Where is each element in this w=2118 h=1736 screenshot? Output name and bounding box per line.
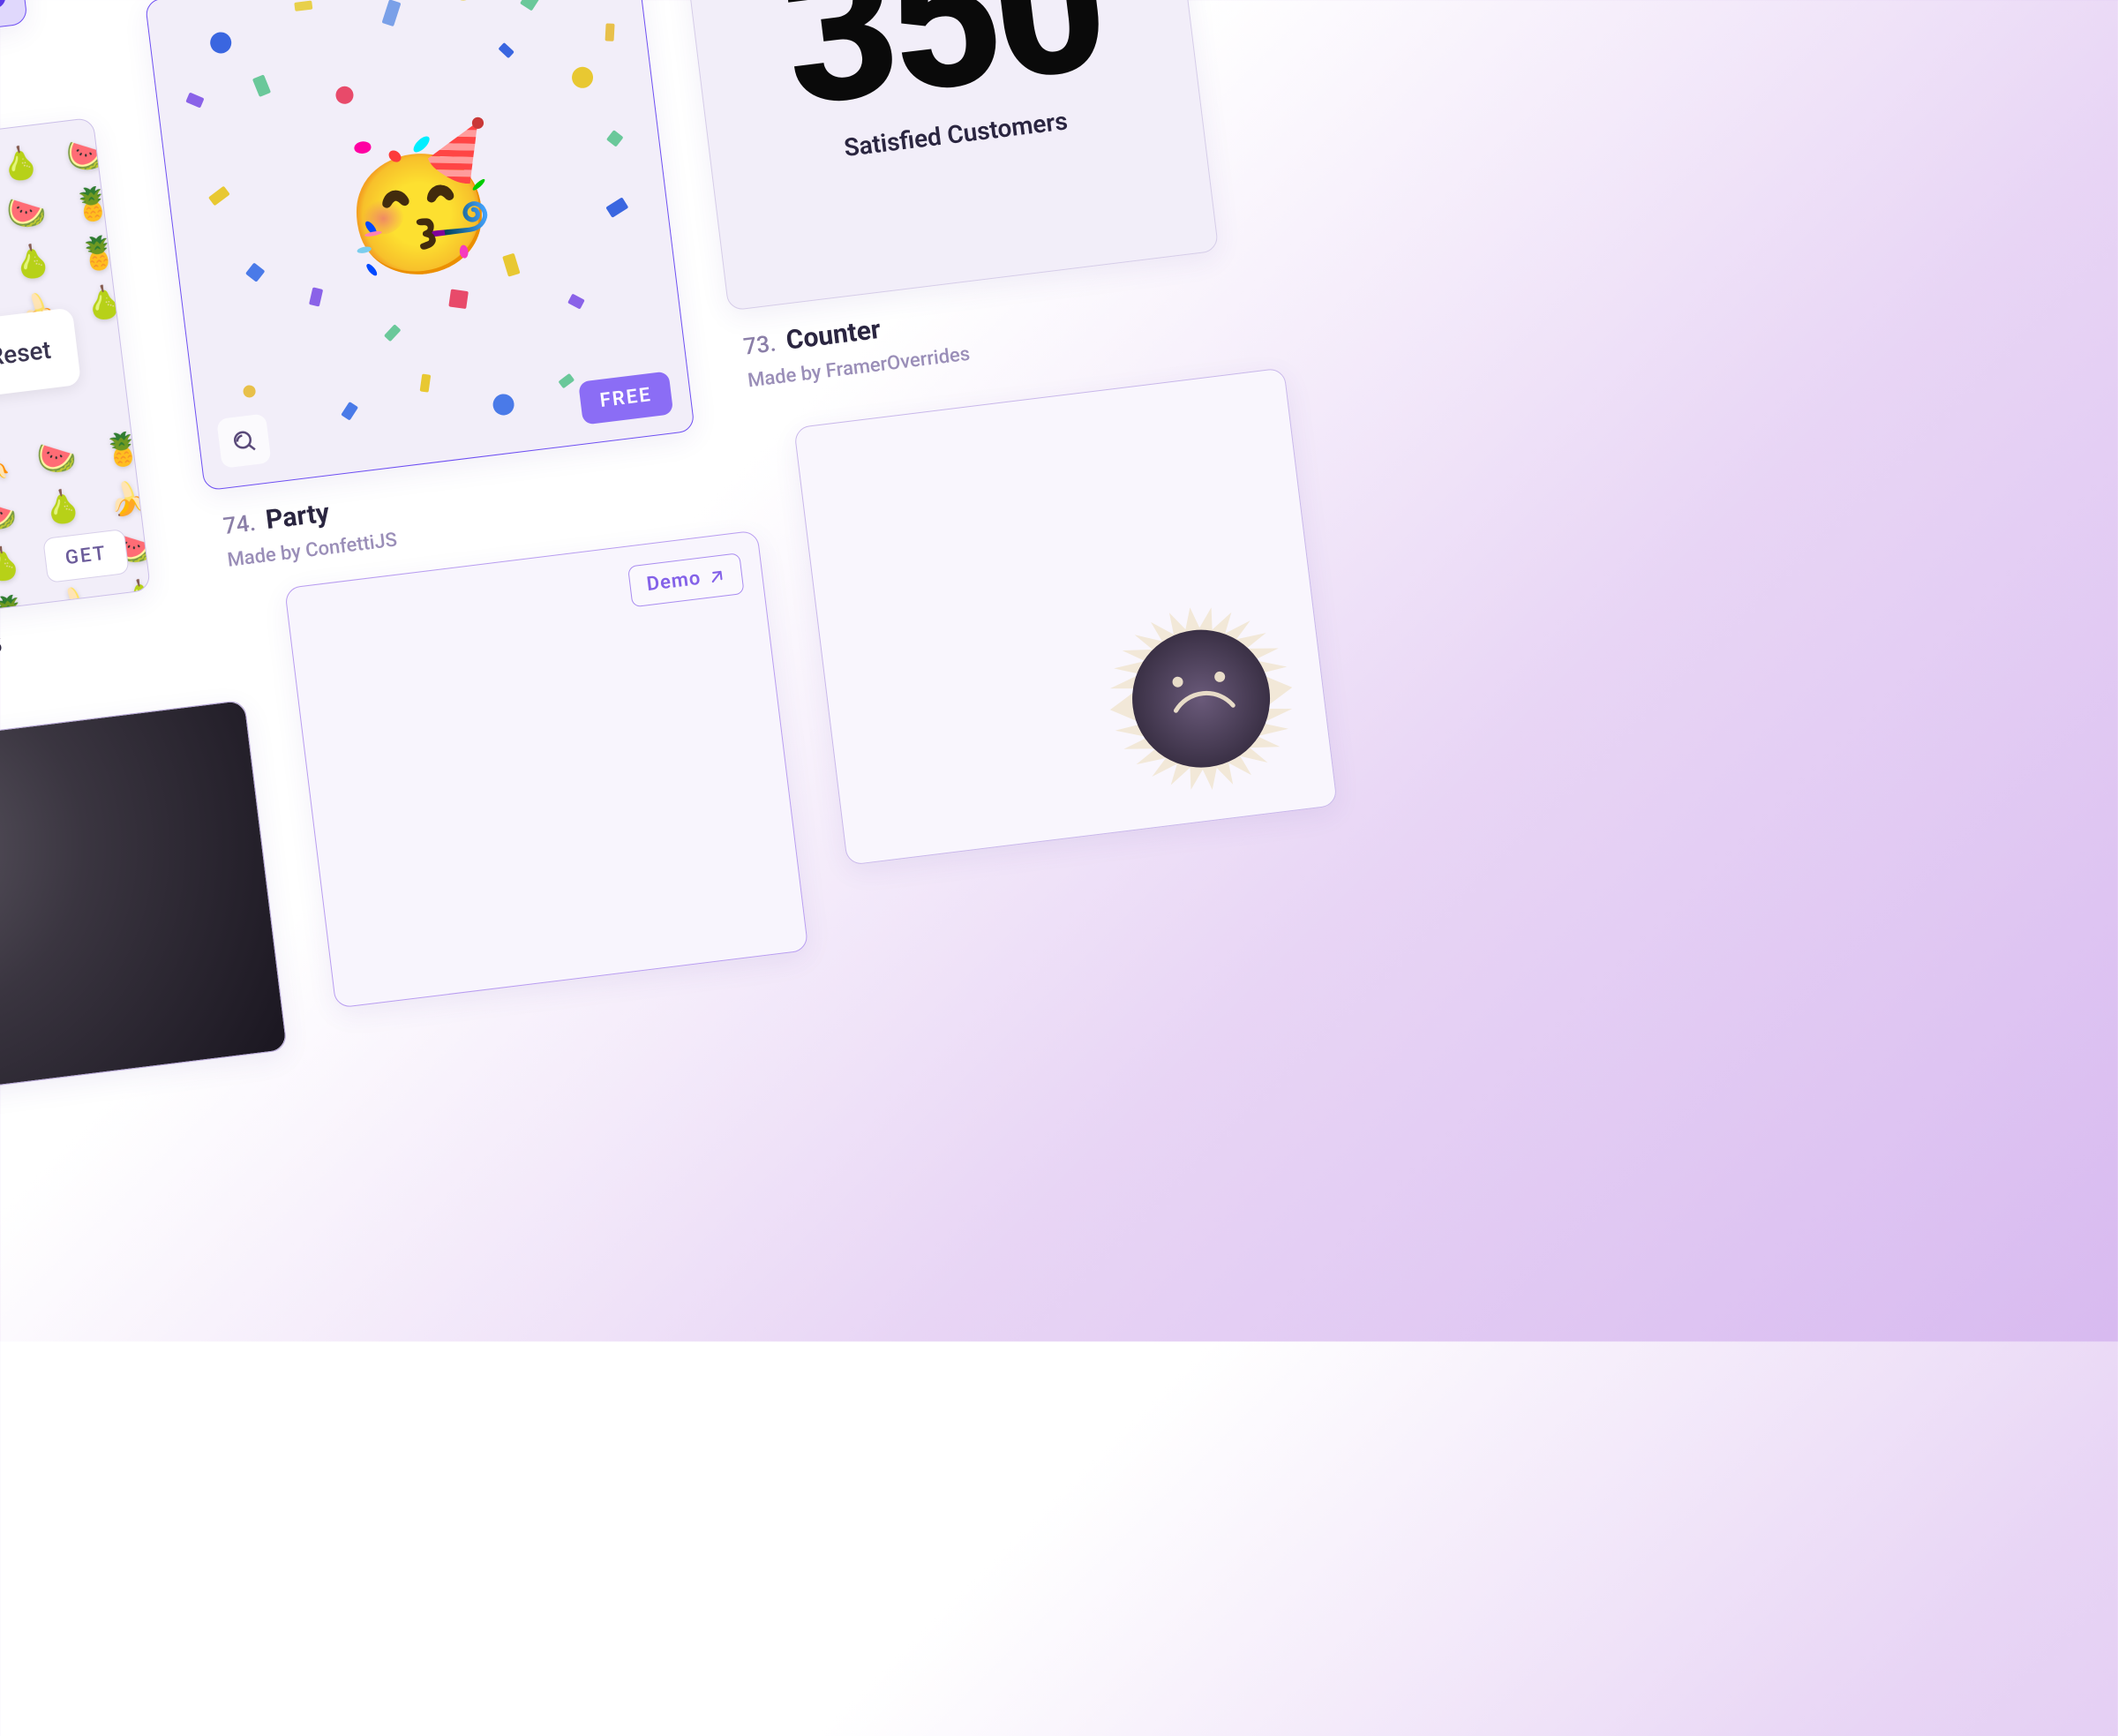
card-number: 73. <box>742 330 777 360</box>
card-title: Party <box>264 498 331 537</box>
card-party-meta: 74. Party Made by ConfettiJS <box>220 476 398 572</box>
card-text-preview[interactable]: FREE <box>0 0 28 88</box>
inspect-button[interactable] <box>216 413 271 468</box>
arrow-up-right-icon <box>707 567 726 586</box>
card-counter[interactable]: SCROLL 350 Satisfied Customers <box>668 0 1219 312</box>
card-title: Counter <box>785 314 882 357</box>
card-party[interactable]: 🥳 FREE <box>145 0 695 491</box>
party-face-icon: 🥳 <box>327 114 509 288</box>
card-filtering[interactable]: 🍍🍌🍐🍉🍍🍌🍐🍉 🍐🍌🍉🍍🍐🍌🍉🍍 🍌🍉🍐🍍🍌🍉🍐🍍 🍉🍍🍌🍐🍉🍍🍌🍐 🍐 🍐 … <box>0 117 151 650</box>
card-demo-preview[interactable]: Demo <box>284 530 808 1008</box>
card-author: Made by FramerOverrides <box>0 668 7 727</box>
demo-badge[interactable]: Demo <box>627 552 745 607</box>
card-filtering-meta: 75. Filtering Without CMS Made by Framer… <box>0 614 7 726</box>
card-dark-preview[interactable] <box>0 700 288 1115</box>
card-circular-preview[interactable] <box>793 367 1338 866</box>
filter-reset-button[interactable]: Reset <box>0 307 82 398</box>
card-number: 74. <box>222 510 257 540</box>
starburst-badge-icon <box>1093 590 1309 807</box>
magnifier-icon <box>229 426 259 455</box>
